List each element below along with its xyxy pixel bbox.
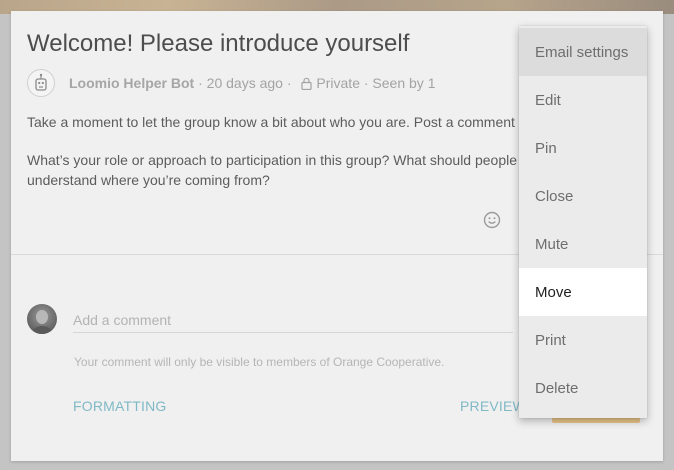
bot-avatar-icon[interactable]	[27, 69, 55, 97]
formatting-button[interactable]: FORMATTING	[73, 395, 167, 417]
comment-input[interactable]	[73, 307, 513, 333]
menu-item-email-settings[interactable]: Email settings	[519, 28, 647, 76]
thread-meta: Loomio Helper Bot · 20 days ago · Privat…	[27, 69, 436, 97]
menu-item-mute[interactable]: Mute	[519, 220, 647, 268]
preview-button[interactable]: PREVIEW	[460, 395, 526, 417]
thread-paragraph-2: What’s your role or approach to particip…	[27, 152, 518, 188]
menu-item-close[interactable]: Close	[519, 172, 647, 220]
meta-time: · 20 days ago ·	[194, 75, 296, 91]
menu-item-pin[interactable]: Pin	[519, 124, 647, 172]
menu-item-move[interactable]: Move	[519, 268, 647, 316]
lock-icon	[301, 77, 313, 90]
seen-by[interactable]: · Seen by 1	[360, 75, 436, 91]
privacy-label: Private	[316, 75, 360, 91]
author-name[interactable]: Loomio Helper Bot	[69, 75, 194, 91]
comment-visibility-note: Your comment will only be visible to mem…	[74, 355, 445, 369]
menu-item-delete[interactable]: Delete	[519, 364, 647, 412]
emoji-icon[interactable]	[481, 209, 503, 231]
thread-context-menu: Email settings Edit Pin Close Mute Move …	[519, 26, 647, 418]
menu-item-print[interactable]: Print	[519, 316, 647, 364]
thread-title: Welcome! Please introduce yourself	[27, 30, 410, 57]
menu-item-edit[interactable]: Edit	[519, 76, 647, 124]
thread-paragraph-1: Take a moment to let the group know a bi…	[27, 114, 515, 130]
user-avatar[interactable]	[27, 304, 57, 334]
